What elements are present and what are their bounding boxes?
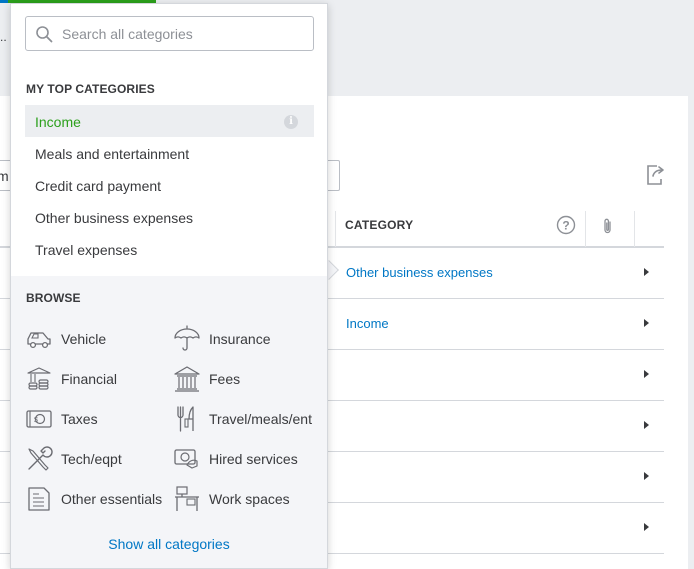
filter-field-text: m	[0, 168, 9, 184]
show-all-categories-link[interactable]: Show all categories	[11, 536, 327, 552]
expand-caret-icon[interactable]	[644, 421, 649, 429]
svg-text:?: ?	[562, 219, 569, 233]
expand-caret-icon[interactable]	[644, 370, 649, 378]
top-category-item-meals[interactable]: Meals and entertainment	[25, 137, 314, 169]
svg-text:$: $	[34, 417, 38, 424]
top-categories-heading: MY TOP CATEGORIES	[26, 82, 155, 96]
umbrella-icon	[174, 325, 200, 351]
browse-item-label: Vehicle	[61, 331, 107, 347]
tools-icon	[28, 446, 53, 471]
category-search-box[interactable]	[25, 16, 314, 51]
category-search-input[interactable]	[62, 17, 307, 50]
browse-item-label: Other essentials	[61, 491, 163, 507]
browse-item-label: Insurance	[209, 331, 271, 347]
attachment-icon	[604, 218, 611, 234]
browse-item-label: Hired services	[209, 451, 298, 467]
column-divider	[335, 211, 336, 247]
column-divider	[585, 211, 586, 247]
top-category-label: Income	[35, 114, 81, 130]
expand-caret-icon[interactable]	[644, 472, 649, 480]
dropdown-top-section: MY TOP CATEGORIES Income i Meals and ent…	[11, 4, 327, 276]
expand-caret-icon[interactable]	[644, 319, 649, 327]
top-category-label: Other business expenses	[35, 210, 193, 226]
category-link[interactable]: Other business expenses	[346, 265, 493, 280]
top-category-label: Travel expenses	[35, 242, 138, 258]
top-category-item-travel[interactable]: Travel expenses	[25, 233, 314, 265]
top-category-item-income[interactable]: Income i	[25, 105, 314, 137]
desk-icon	[175, 486, 199, 511]
browse-item-label: Work spaces	[209, 491, 290, 507]
category-dropdown: MY TOP CATEGORIES Income i Meals and ent…	[10, 3, 328, 569]
expand-caret-icon[interactable]	[644, 523, 649, 531]
hired-services-icon	[174, 449, 198, 469]
utensils-icon	[177, 406, 194, 432]
browse-item-label: Financial	[61, 371, 118, 387]
column-header-category[interactable]: CATEGORY	[345, 218, 413, 232]
browse-item-label: Tech/eqpt	[61, 451, 122, 467]
bank-icon	[174, 366, 200, 392]
search-icon	[36, 26, 53, 43]
top-category-item-credit-card[interactable]: Credit card payment	[25, 169, 314, 201]
coins-icon	[27, 367, 51, 390]
top-categories-list: Income i Meals and entertainment Credit …	[25, 105, 314, 265]
top-category-label: Credit card payment	[35, 178, 162, 194]
help-icon[interactable]: ?	[556, 215, 576, 235]
top-category-item-other-business[interactable]: Other business expenses	[25, 201, 314, 233]
expand-caret-icon[interactable]	[644, 268, 649, 276]
info-icon[interactable]: i	[284, 115, 298, 129]
browse-item-label: Fees	[209, 371, 241, 387]
export-icon[interactable]	[643, 163, 667, 187]
browse-heading: BROWSE	[26, 291, 81, 305]
money-icon: $	[26, 410, 52, 428]
car-icon	[27, 332, 51, 349]
category-link[interactable]: Income	[346, 316, 389, 331]
browse-item-label: Travel/meals/ent	[209, 411, 312, 427]
column-divider	[634, 211, 635, 247]
browse-item-label: Taxes	[61, 411, 98, 427]
truncated-text: ..	[0, 30, 7, 44]
top-category-label: Meals and entertainment	[35, 146, 190, 162]
document-icon	[28, 487, 50, 511]
